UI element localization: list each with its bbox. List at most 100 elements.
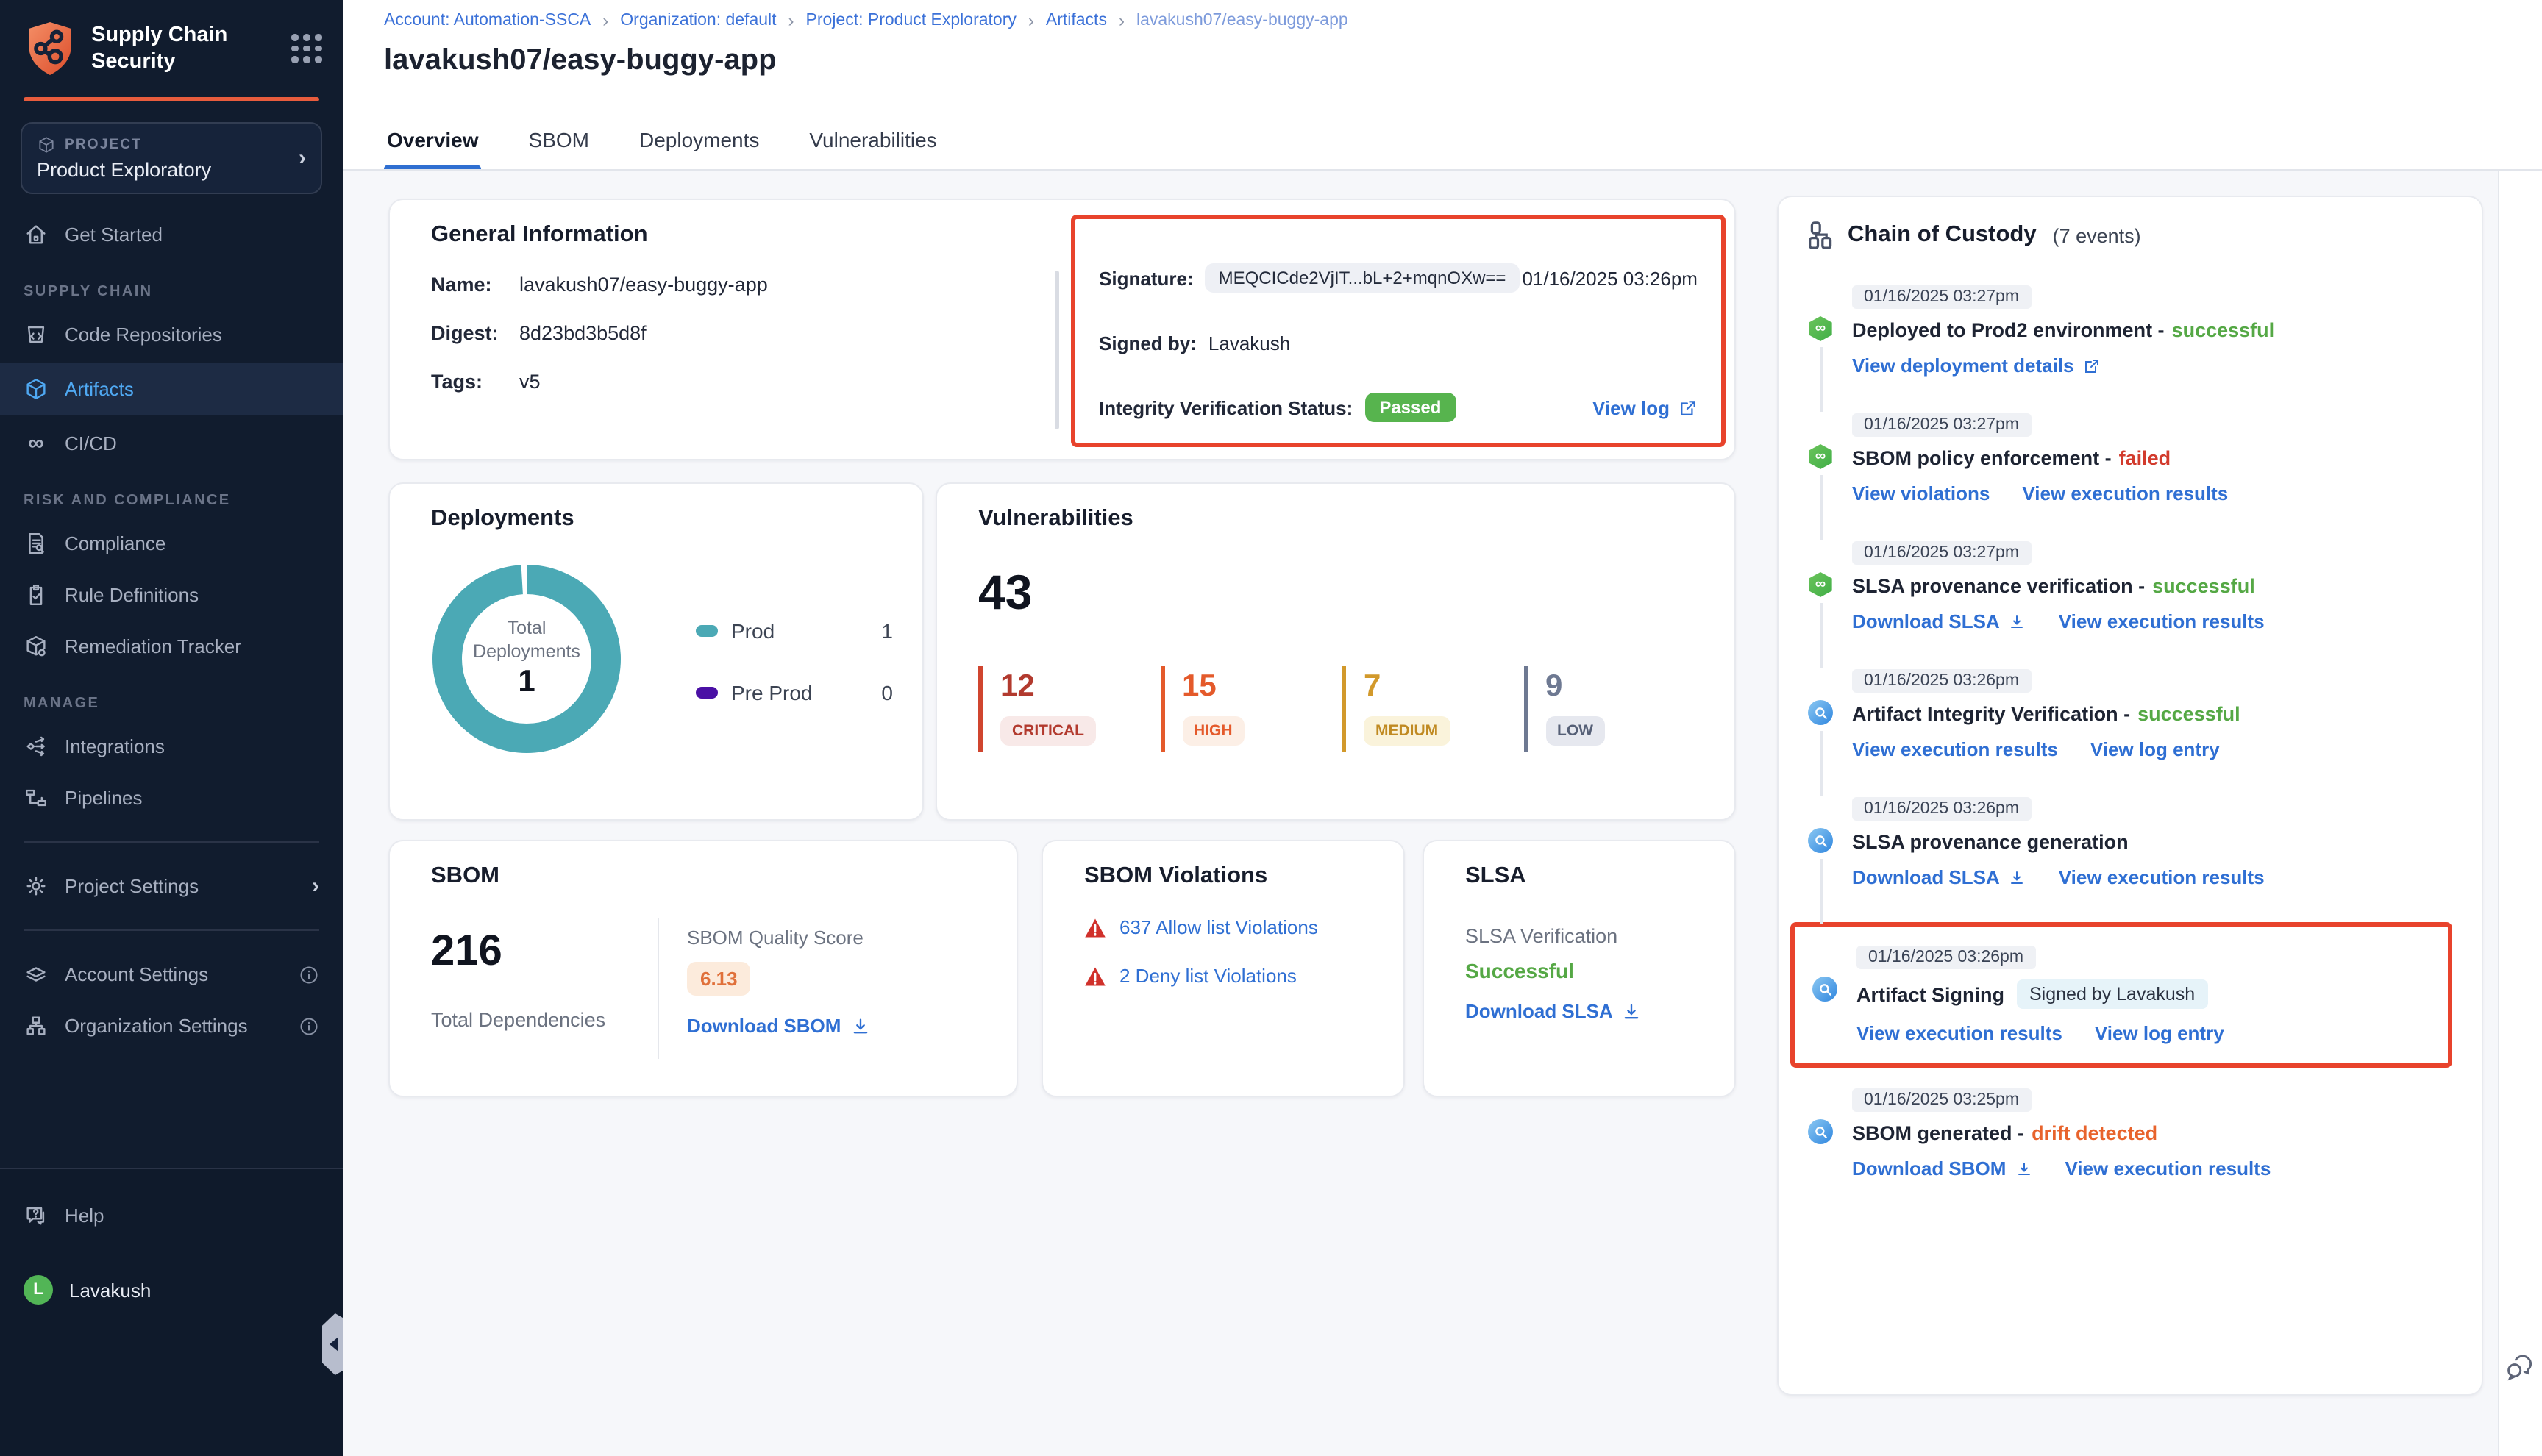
event-title: Deployed to Prod2 environment - successf… xyxy=(1852,319,2452,341)
brand-divider xyxy=(24,97,319,101)
breadcrumb-artifacts[interactable]: Artifacts xyxy=(1046,12,1107,29)
breadcrumb-account[interactable]: Account: Automation-SSCA xyxy=(384,12,591,29)
sidebar-item-account-settings[interactable]: Account Settings xyxy=(0,949,343,1000)
sidebar-user[interactable]: L Lavakush xyxy=(0,1262,343,1318)
allow-list-violations-link[interactable]: 637 Allow list Violations xyxy=(1119,916,1318,938)
project-selector-value: Product Exploratory xyxy=(37,159,299,181)
view-log-entry-link[interactable]: View log entry xyxy=(2090,738,2220,760)
project-selector[interactable]: PROJECT Product Exploratory › xyxy=(21,122,322,194)
sidebar-item-get-started[interactable]: Get Started xyxy=(0,209,343,260)
download-slsa-link[interactable]: Download SLSA xyxy=(1465,1000,1642,1022)
sidebar-item-organization-settings[interactable]: Organization Settings xyxy=(0,1000,343,1052)
view-violations-link[interactable]: View violations xyxy=(1852,482,1990,504)
medium-count: 7 xyxy=(1364,669,1523,704)
sbom-quality-score-label: SBOM Quality Score xyxy=(687,927,870,949)
page-title: lavakush07/easy-buggy-app xyxy=(384,44,777,78)
pipelines-icon xyxy=(24,785,49,810)
info-icon[interactable] xyxy=(299,1016,319,1036)
breadcrumb-organization[interactable]: Organization: default xyxy=(620,12,776,29)
download-sbom-link[interactable]: Download SBOM xyxy=(687,1015,870,1037)
download-icon xyxy=(850,1016,870,1036)
info-icon[interactable] xyxy=(299,964,319,985)
severity-low: 9 LOW xyxy=(1523,666,1705,752)
view-log-entry-link[interactable]: View log entry xyxy=(2095,1022,2224,1044)
breadcrumb-current: lavakush07/easy-buggy-app xyxy=(1136,12,1348,29)
card-scrollbar[interactable] xyxy=(1055,271,1059,429)
sidebar-item-remediation-tracker[interactable]: Remediation Tracker xyxy=(0,621,343,672)
vertical-divider xyxy=(658,918,659,1059)
sidebar-item-pipelines[interactable]: Pipelines xyxy=(0,772,343,824)
signed-by-label: Signed by: xyxy=(1099,332,1197,354)
integrations-icon xyxy=(24,734,49,759)
remediation-box-icon xyxy=(24,634,49,659)
download-slsa-link[interactable]: Download SLSA xyxy=(1852,610,2026,632)
download-icon xyxy=(2015,1160,2032,1177)
sidebar-item-cicd[interactable]: ∞ CI/CD xyxy=(0,418,343,469)
tags-label: Tags: xyxy=(431,371,499,393)
breadcrumb: Account: Automation-SSCA › Organization:… xyxy=(384,10,1348,31)
sidebar-section-manage: MANAGE xyxy=(0,672,343,721)
download-slsa-link[interactable]: Download SLSA xyxy=(1852,866,2026,888)
sidebar-item-label: Remediation Tracker xyxy=(65,635,319,657)
integrity-row: Integrity Verification Status: Passed Vi… xyxy=(1099,393,1698,422)
general-information-card: General Information Name: lavakush07/eas… xyxy=(388,199,1736,460)
vulnerabilities-total: 43 xyxy=(978,565,1708,621)
app-grid-icon[interactable] xyxy=(291,35,322,63)
tab-sbom[interactable]: SBOM xyxy=(526,113,592,169)
breadcrumb-separator-icon: › xyxy=(788,10,794,31)
view-execution-results-link[interactable]: View execution results xyxy=(1856,1022,2062,1044)
download-icon xyxy=(1622,1001,1642,1021)
sbom-violations-card: SBOM Violations 637 Allow list Violation… xyxy=(1042,840,1405,1097)
view-execution-results-link[interactable]: View execution results xyxy=(2059,866,2265,888)
sidebar-item-code-repositories[interactable]: Code Repositories xyxy=(0,309,343,360)
card-title: SBOM xyxy=(431,863,990,890)
severity-critical: 12 CRITICAL xyxy=(978,666,1160,752)
page-header: Account: Automation-SSCA › Organization:… xyxy=(343,0,2542,171)
warning-triangle-icon xyxy=(1084,966,1106,986)
medium-badge: MEDIUM xyxy=(1364,716,1450,746)
tab-vulnerabilities[interactable]: Vulnerabilities xyxy=(806,113,939,169)
view-execution-results-link[interactable]: View execution results xyxy=(2065,1157,2271,1180)
signature-value-chip[interactable]: MEQCICde2VjIT...bL+2+mqnOXw== xyxy=(1206,263,1520,293)
view-execution-results-link[interactable]: View execution results xyxy=(2022,482,2228,504)
chain-of-custody-header: Chain of Custody (7 events) xyxy=(1808,221,2452,250)
sidebar: Supply Chain Security PROJECT Product Ex… xyxy=(0,0,343,1456)
sidebar-item-label: Compliance xyxy=(65,532,319,554)
name-label: Name: xyxy=(431,274,499,296)
chain-event-count: (7 events) xyxy=(2053,224,2141,246)
layers-gear-icon xyxy=(24,962,49,987)
sidebar-item-integrations[interactable]: Integrations xyxy=(0,721,343,772)
tab-deployments[interactable]: Deployments xyxy=(636,113,762,169)
sidebar-item-artifacts[interactable]: Artifacts xyxy=(0,363,343,415)
chain-event-sbom-policy: ∞ 01/16/2025 03:27pm SBOM policy enforce… xyxy=(1808,410,2452,504)
sidebar-item-compliance[interactable]: Compliance xyxy=(0,518,343,569)
sidebar-item-project-settings[interactable]: Project Settings › xyxy=(0,860,343,912)
sidebar-item-rule-definitions[interactable]: Rule Definitions xyxy=(0,569,343,621)
sidebar-section-supply-chain: SUPPLY CHAIN xyxy=(0,260,343,309)
download-sbom-link[interactable]: Download SBOM xyxy=(1852,1157,2032,1180)
deployments-card: Deployments Total Deployments 1 Prod 1 xyxy=(388,482,924,821)
scan-icon xyxy=(1812,977,1837,1002)
view-execution-results-link[interactable]: View execution results xyxy=(2059,610,2265,632)
sidebar-item-help[interactable]: Help xyxy=(0,1190,343,1241)
code-repository-icon xyxy=(24,322,49,347)
view-execution-results-link[interactable]: View execution results xyxy=(1852,738,2058,760)
sidebar-divider xyxy=(24,929,319,931)
chain-event-list: ∞ 01/16/2025 03:27pm Deployed to Prod2 e… xyxy=(1808,282,2452,1180)
chain-event-deployed-prod2: ∞ 01/16/2025 03:27pm Deployed to Prod2 e… xyxy=(1808,282,2452,377)
slsa-verification-label: SLSA Verification xyxy=(1465,925,1708,947)
sidebar-item-label: CI/CD xyxy=(65,432,319,454)
event-title: Artifact Integrity Verification - succes… xyxy=(1852,703,2452,725)
deny-list-violations-link[interactable]: 2 Deny list Violations xyxy=(1119,965,1297,987)
allow-list-violations-item: 637 Allow list Violations xyxy=(1084,916,1377,938)
chat-support-icon[interactable] xyxy=(2504,1352,2536,1391)
critical-badge: CRITICAL xyxy=(1000,716,1096,746)
card-title: Vulnerabilities xyxy=(978,506,1708,532)
deployments-donut-chart: Total Deployments 1 xyxy=(431,563,622,754)
breadcrumb-project[interactable]: Project: Product Exploratory xyxy=(806,12,1017,29)
view-deployment-details-link[interactable]: View deployment details xyxy=(1852,354,2101,377)
event-timestamp: 01/16/2025 03:26pm xyxy=(1856,946,2035,969)
event-title: Artifact Signing Signed by Lavakush xyxy=(1856,979,2430,1009)
view-log-link[interactable]: View log xyxy=(1592,396,1698,418)
tab-overview[interactable]: Overview xyxy=(384,113,482,169)
